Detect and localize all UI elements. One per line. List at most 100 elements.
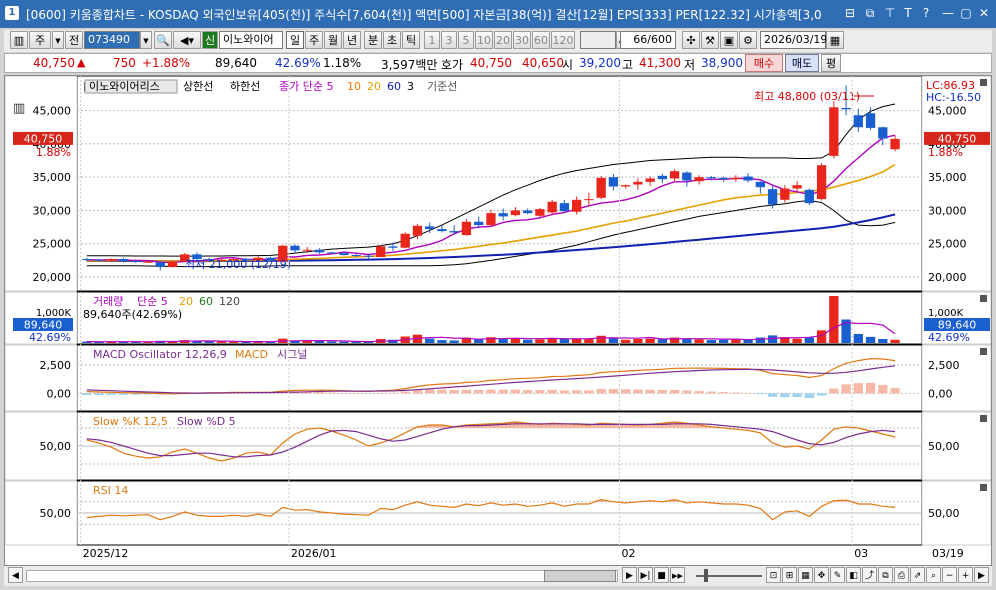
settings-gear-icon[interactable]: ⚙	[739, 31, 757, 49]
play-button[interactable]: ▶	[622, 567, 637, 583]
minimize-button[interactable]: —	[940, 5, 956, 21]
scrollbar-thumb[interactable]	[544, 570, 616, 582]
scroll-right-icon[interactable]: ▶	[974, 567, 989, 583]
export-icon[interactable]: ⇗	[910, 567, 925, 583]
tab-year[interactable]: 년	[343, 31, 361, 49]
macd-osc-bar	[94, 393, 104, 396]
cursor-icon[interactable]: ✥	[814, 567, 829, 583]
buy-button[interactable]: 매수	[745, 54, 783, 72]
minute-3-button[interactable]: 3	[441, 31, 457, 49]
rsi-axis-right: 50,00	[928, 507, 960, 520]
candle-body	[449, 231, 459, 233]
macd-osc-bar	[829, 388, 839, 394]
chart-area[interactable]: 45,00045,00040,00040,00035,00035,00030,0…	[4, 75, 992, 566]
candle-body	[865, 113, 876, 128]
macd-legend-macd: MACD	[235, 348, 268, 361]
crosshair-icon[interactable]: ✣	[682, 31, 700, 49]
print-icon[interactable]: ⎙	[894, 567, 909, 583]
horizontal-scrollbar[interactable]	[26, 570, 618, 582]
calendar-icon[interactable]: ▦	[826, 31, 844, 49]
speed-slider-thumb[interactable]	[704, 569, 708, 582]
grid-icon[interactable]: ▦	[798, 567, 813, 583]
macd-osc-bar	[865, 382, 876, 394]
minute-5-button[interactable]: 5	[458, 31, 474, 49]
date-field[interactable]: 2026/03/19	[760, 31, 827, 49]
zoom-window-icon[interactable]: ⊞	[782, 567, 797, 583]
minute-10-button[interactable]: 10	[475, 31, 493, 49]
tab-day[interactable]: 일	[286, 31, 304, 49]
candle-body	[523, 210, 533, 214]
volume-pct-right: 42.69%	[928, 331, 970, 344]
maximize-button[interactable]: ▢	[958, 5, 974, 21]
minute-30-button[interactable]: 30	[513, 31, 531, 49]
candle-body	[718, 177, 729, 180]
stock-chart[interactable]: 45,00045,00040,00040,00035,00035,00030,0…	[5, 76, 991, 565]
panel-close-icon	[980, 79, 987, 86]
candle-body	[290, 245, 300, 251]
evaluation-button[interactable]: 평	[821, 54, 841, 72]
tab-tick[interactable]: 틱	[402, 31, 420, 49]
sell-button[interactable]: 매도	[785, 54, 819, 72]
zoom-in-icon[interactable]: +	[958, 567, 973, 583]
fast-forward-button[interactable]: ▶▶	[670, 567, 685, 583]
tab-minute[interactable]: 분	[364, 31, 382, 49]
zoom-out-icon[interactable]: −	[942, 567, 957, 583]
layout-icon[interactable]: ▥	[10, 31, 28, 49]
price-change-pct: +1.88%	[142, 56, 191, 70]
period-dropdown-icon[interactable]: ▼	[52, 31, 64, 49]
tab-second[interactable]: 초	[383, 31, 401, 49]
stock-code-input[interactable]: 073490	[84, 31, 140, 49]
custom-period-input[interactable]	[580, 31, 616, 49]
candle-body	[571, 199, 582, 212]
tab-week[interactable]: 주	[305, 31, 323, 49]
draw-icon[interactable]: ✎	[830, 567, 845, 583]
dock-icon[interactable]: ⊟	[842, 5, 858, 21]
minute-1-button[interactable]: 1	[424, 31, 440, 49]
candle-body	[302, 249, 312, 251]
data-count-field[interactable]: 66/600	[620, 31, 676, 49]
macd-osc-bar	[682, 390, 692, 394]
stop-button[interactable]: ■	[654, 567, 669, 583]
volume-legend-20: 20	[179, 295, 193, 308]
capture-icon[interactable]: ⧉	[878, 567, 893, 583]
save-icon[interactable]: ▣	[720, 31, 738, 49]
macd-osc-bar	[669, 389, 680, 394]
grid-toggle-icon: ▥	[13, 101, 25, 116]
price-legend-item: 10	[347, 80, 361, 93]
indicator-icon[interactable]: ⚒	[701, 31, 719, 49]
text-icon[interactable]: T	[900, 5, 916, 21]
candle-body	[351, 255, 361, 257]
macd-legend-signal: 시그널	[277, 348, 307, 361]
zoom-fit-icon[interactable]: ⊡	[766, 567, 781, 583]
tab-month[interactable]: 월	[324, 31, 342, 49]
panel-close-icon	[980, 295, 987, 302]
minute-120-button[interactable]: 120	[551, 31, 575, 49]
zoom-icon[interactable]: ⌕	[926, 567, 941, 583]
help-icon[interactable]: ?	[918, 5, 934, 21]
macd-osc-bar	[792, 393, 802, 397]
trend-icon[interactable]: ⤴	[862, 567, 877, 583]
sound-icon[interactable]: ◀▾	[173, 31, 201, 49]
price-legend-item: 3	[407, 80, 414, 93]
macd-osc-bar	[694, 390, 704, 394]
price-axis-label-right: 45,000	[928, 105, 967, 118]
close-button[interactable]: ✕	[976, 5, 992, 21]
chart-type-icon[interactable]: ◧	[846, 567, 861, 583]
candle-body	[743, 176, 753, 181]
stock-name-field[interactable]: 이노와이어	[219, 31, 283, 49]
price-axis-label-left: 35,000	[33, 171, 72, 184]
step-button[interactable]: ▶|	[638, 567, 653, 583]
restore-icon[interactable]: ⧉	[862, 5, 878, 21]
candle-body	[620, 185, 631, 187]
volume-bar	[229, 341, 239, 343]
pin-icon[interactable]: ⊤	[882, 5, 898, 21]
search-icon[interactable]: 🔍	[154, 31, 172, 49]
scroll-left-icon[interactable]: ◀	[8, 567, 23, 583]
stock-code-dropdown-icon[interactable]: ▼	[140, 31, 152, 49]
minute-20-button[interactable]: 20	[494, 31, 512, 49]
minute-60-button[interactable]: 60	[532, 31, 550, 49]
prev-period-button[interactable]: 전	[65, 31, 83, 49]
current-price-label-right: 40,750	[938, 132, 977, 145]
candle-body	[633, 181, 643, 185]
period-select[interactable]: 주	[29, 31, 51, 49]
